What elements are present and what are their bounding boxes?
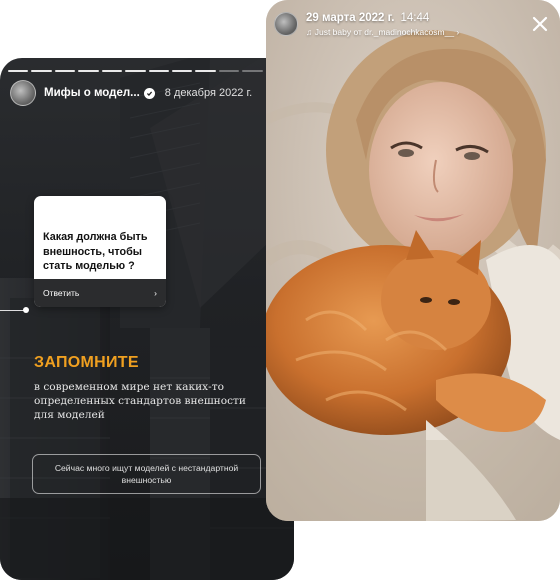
story-header-right: 29 марта 2022 г. 14:44 ♫ Just baby от dr.…: [274, 12, 552, 38]
close-icon[interactable]: [530, 14, 550, 34]
note-box: Сейчас много ищут моделей с нестандартно…: [32, 454, 261, 494]
remember-text: в современном мире нет каких-то определе…: [34, 381, 246, 421]
story-time: 14:44: [400, 12, 430, 24]
avatar[interactable]: [10, 80, 36, 106]
verified-icon: [143, 87, 155, 99]
progress-bar: [8, 70, 287, 72]
remember-title: ЗАПОМНИТЕ: [34, 354, 139, 371]
question-sticker[interactable]: Какая должна быть внешность, чтобы стать…: [34, 196, 166, 307]
account-name[interactable]: Мифы о модел...: [44, 87, 140, 99]
story-header: Мифы о модел... 8 декабря 2022 г. •••: [10, 80, 284, 106]
chevron-right-icon: ›: [154, 288, 157, 298]
reply-label: Ответить: [43, 288, 80, 298]
reply-button[interactable]: Ответить ›: [34, 279, 166, 307]
city-background: [0, 58, 294, 580]
question-text: Какая должна быть внешность, чтобы стать…: [43, 231, 148, 272]
note-text: Сейчас много ищут моделей с нестандартно…: [54, 463, 239, 485]
music-label[interactable]: ♫ Just baby от dr._madinochkacosm__ ›: [306, 27, 459, 37]
story-right[interactable]: 29 марта 2022 г. 14:44 ♫ Just baby от dr.…: [266, 0, 560, 521]
photo-woman-with-cat: [266, 0, 560, 521]
story-date: 29 марта 2022 г. 14:44: [306, 12, 430, 24]
avatar[interactable]: [274, 12, 298, 36]
story-left[interactable]: Мифы о модел... 8 декабря 2022 г. ••• Ка…: [0, 58, 294, 580]
connector-dot: [23, 307, 29, 313]
story-date: 8 декабря 2022 г.: [164, 87, 253, 99]
